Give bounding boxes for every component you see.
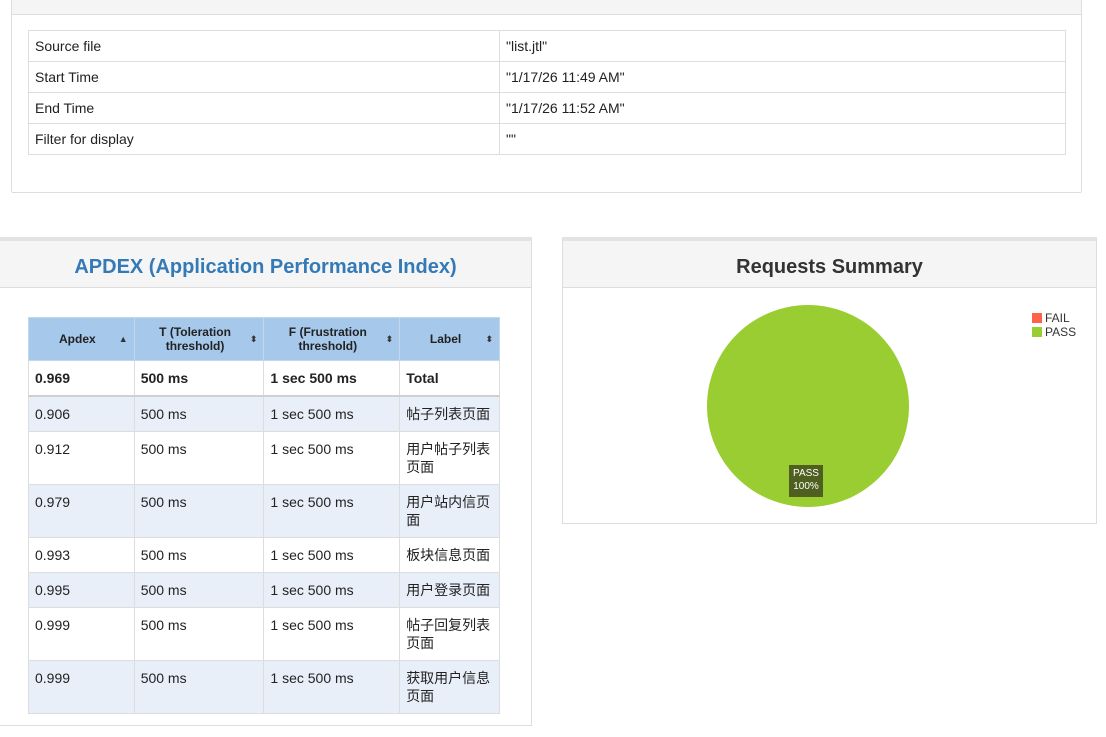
frustration-value: 1 sec 500 ms: [263, 572, 401, 608]
toleration-value: 500 ms: [133, 607, 265, 661]
frustration-value: 1 sec 500 ms: [263, 431, 401, 485]
label-value: Total: [399, 360, 500, 397]
table-row: 0.999 500 ms 1 sec 500 ms 帖子回复列表页面: [28, 607, 500, 661]
chart-legend: FAIL PASS: [1032, 311, 1076, 339]
legend-swatch-fail: [1032, 313, 1042, 323]
apdex-value: 0.906: [28, 395, 135, 432]
table-row: 0.912 500 ms 1 sec 500 ms 用户帖子列表页面: [28, 431, 500, 485]
toleration-value: 500 ms: [133, 395, 265, 432]
test-info-table: Source file "list.jtl" Start Time "1/17/…: [28, 30, 1066, 155]
column-header-label[interactable]: Label ⬍: [399, 317, 500, 361]
table-row: 0.906 500 ms 1 sec 500 ms 帖子列表页面: [28, 395, 500, 432]
toleration-value: 500 ms: [133, 431, 265, 485]
sort-both-icon[interactable]: ⬍: [485, 332, 493, 346]
column-header-frustration[interactable]: F (Frustration threshold) ⬍: [263, 317, 401, 361]
apdex-value: 0.999: [28, 607, 135, 661]
frustration-value: 1 sec 500 ms: [263, 660, 401, 714]
apdex-value: 0.999: [28, 660, 135, 714]
toleration-value: 500 ms: [133, 484, 265, 538]
info-key: Start Time: [28, 61, 500, 93]
apdex-value: 0.969: [28, 360, 135, 397]
legend-item-pass[interactable]: PASS: [1032, 325, 1076, 339]
table-row: 0.995 500 ms 1 sec 500 ms 用户登录页面: [28, 572, 500, 608]
frustration-value: 1 sec 500 ms: [263, 484, 401, 538]
column-header-label: threshold): [165, 339, 225, 353]
requests-summary-title: Requests Summary: [563, 241, 1096, 288]
table-row: Source file "list.jtl": [28, 30, 1066, 62]
test-info-panel: Source file "list.jtl" Start Time "1/17/…: [11, 0, 1082, 193]
info-key: Filter for display: [28, 123, 500, 155]
column-header-label: threshold): [298, 339, 358, 353]
pie-slice-label-percent: 100%: [793, 481, 819, 492]
label-value: 帖子列表页面: [399, 395, 500, 432]
table-row: Start Time "1/17/26 11:49 AM": [28, 61, 1066, 93]
label-value: 板块信息页面: [399, 537, 500, 573]
legend-label: PASS: [1045, 325, 1077, 339]
table-row: 0.979 500 ms 1 sec 500 ms 用户站内信页面: [28, 484, 500, 538]
frustration-value: 1 sec 500 ms: [263, 537, 401, 573]
total-row: 0.969 500 ms 1 sec 500 ms Total: [28, 360, 500, 397]
info-value: "1/17/26 11:52 AM": [499, 92, 1066, 124]
legend-swatch-pass: [1032, 327, 1042, 337]
sort-asc-icon[interactable]: ▲: [119, 332, 128, 346]
pie-slice-label: PASS 100%: [789, 465, 823, 497]
table-row: End Time "1/17/26 11:52 AM": [28, 92, 1066, 124]
column-header-label: T (Toleration: [159, 325, 231, 339]
info-value: "": [499, 123, 1066, 155]
apdex-value: 0.995: [28, 572, 135, 608]
apdex-table-header-row: Apdex ▲ T (Toleration threshold) ⬍ F (Fr…: [28, 317, 500, 361]
column-header-label: F (Frustration: [288, 325, 367, 339]
info-key: Source file: [28, 30, 500, 62]
label-value: 用户登录页面: [399, 572, 500, 608]
pie-slice-label-name: PASS: [793, 468, 819, 479]
label-value: 获取用户信息页面: [399, 660, 500, 714]
table-row: 0.993 500 ms 1 sec 500 ms 板块信息页面: [28, 537, 500, 573]
label-value: 帖子回复列表页面: [399, 607, 500, 661]
apdex-value: 0.993: [28, 537, 135, 573]
info-key: End Time: [28, 92, 500, 124]
column-header-label: Apdex: [59, 332, 96, 346]
table-row: 0.999 500 ms 1 sec 500 ms 获取用户信息页面: [28, 660, 500, 714]
column-header-label: Label: [429, 332, 462, 346]
requests-summary-panel: Requests Summary PASS 100% FAIL PASS: [562, 237, 1097, 524]
apdex-panel: APDEX (Application Performance Index) Ap…: [0, 237, 532, 726]
label-value: 用户站内信页面: [399, 484, 500, 538]
info-value: "list.jtl": [499, 30, 1066, 62]
apdex-table: Apdex ▲ T (Toleration threshold) ⬍ F (Fr…: [28, 317, 500, 714]
apdex-panel-title: APDEX (Application Performance Index): [0, 241, 531, 288]
frustration-value: 1 sec 500 ms: [263, 360, 401, 397]
legend-label: FAIL: [1045, 311, 1070, 325]
frustration-value: 1 sec 500 ms: [263, 607, 401, 661]
info-value: "1/17/26 11:49 AM": [499, 61, 1066, 93]
apdex-value: 0.912: [28, 431, 135, 485]
legend-item-fail[interactable]: FAIL: [1032, 311, 1076, 325]
apdex-value: 0.979: [28, 484, 135, 538]
test-info-panel-header: [12, 0, 1081, 15]
toleration-value: 500 ms: [133, 572, 265, 608]
table-row: Filter for display "": [28, 123, 1066, 155]
toleration-value: 500 ms: [133, 360, 265, 397]
column-header-apdex[interactable]: Apdex ▲: [28, 317, 135, 361]
sort-both-icon[interactable]: ⬍: [386, 332, 394, 346]
toleration-value: 500 ms: [133, 537, 265, 573]
column-header-toleration[interactable]: T (Toleration threshold) ⬍: [133, 317, 265, 361]
frustration-value: 1 sec 500 ms: [263, 395, 401, 432]
label-value: 用户帖子列表页面: [399, 431, 500, 485]
toleration-value: 500 ms: [133, 660, 265, 714]
sort-both-icon[interactable]: ⬍: [250, 332, 258, 346]
